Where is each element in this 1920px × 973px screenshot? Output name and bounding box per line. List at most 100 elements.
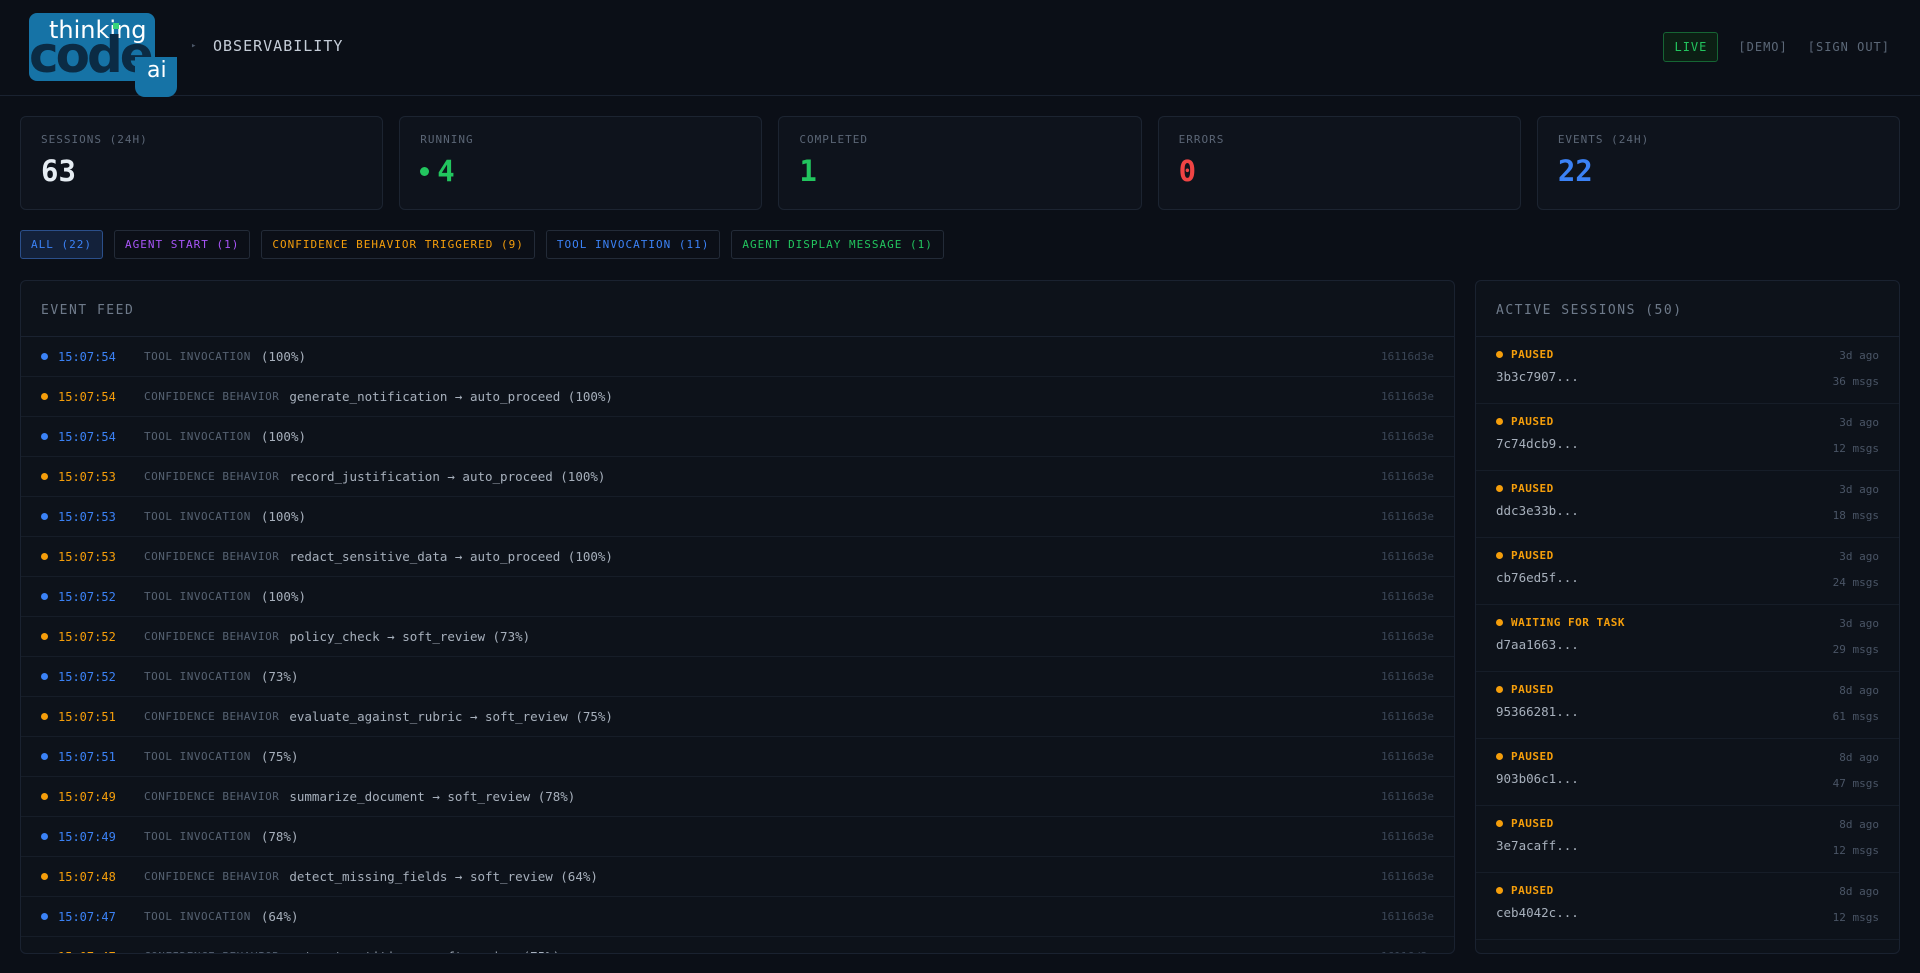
event-row[interactable]: 15:07:47CONFIDENCE BEHAVIOR extract_entit… — [21, 937, 1454, 953]
session-age: 3d ago — [1839, 550, 1879, 563]
session-msg-count: 29 msgs — [1832, 643, 1879, 656]
session-msg-count: 12 msgs — [1832, 911, 1879, 924]
stat-value: 0 — [1179, 154, 1500, 188]
session-age: 3d ago — [1839, 483, 1879, 496]
event-row[interactable]: 15:07:51 CONFIDENCE BEHAVIOR evaluate_agai… — [21, 697, 1454, 737]
session-row[interactable]: PAUSED 8d ago 903b06c1... 47 msgs — [1476, 739, 1899, 806]
event-row[interactable]: 15:07:49 TOOL INVOCATION (78%) 16116d3e — [21, 817, 1454, 857]
session-id: ceb4042c... — [1496, 905, 1579, 920]
session-row[interactable]: PAUSED 8d ago ceb4042c... 12 msgs — [1476, 873, 1899, 940]
event-type: CONFIDENCE BEHAVIOR — [144, 470, 280, 483]
event-dot-icon — [41, 913, 48, 920]
event-session-id: 16116d3e — [1381, 630, 1434, 643]
stat-value: 4 — [420, 154, 741, 188]
event-dot-icon — [41, 793, 48, 800]
session-msg-count: 18 msgs — [1832, 509, 1879, 522]
event-type: TOOL INVOCATION — [144, 430, 251, 443]
event-row[interactable]: 15:07:52 TOOL INVOCATION (100%) 16116d3e — [21, 577, 1454, 617]
status-dot-icon — [1496, 753, 1503, 760]
session-row[interactable]: PAUSED 8d ago 95366281... 61 msgs — [1476, 672, 1899, 739]
event-session-id: 16116d3e — [1381, 710, 1434, 723]
event-session-id: 16116d3e — [1381, 910, 1434, 923]
stat-card-sessions: SESSIONS (24H) 63 — [20, 116, 384, 210]
event-row[interactable]: 15:07:52 TOOL INVOCATION (73%) 16116d3e — [21, 657, 1454, 697]
session-status-label: PAUSED — [1511, 951, 1554, 953]
event-row[interactable]: 15:07:54 TOOL INVOCATION (100%) 16116d3e — [21, 337, 1454, 377]
session-age: 3d ago — [1839, 617, 1879, 630]
filter-chip[interactable]: TOOL INVOCATION (11) — [545, 230, 721, 259]
event-type: TOOL INVOCATION — [144, 510, 251, 523]
filter-chip[interactable]: AGENT DISPLAY MESSAGE (1) — [731, 230, 944, 259]
event-type: TOOL INVOCATION — [144, 350, 251, 363]
event-session-id: 16116d3e — [1381, 550, 1434, 563]
event-type: TOOL INVOCATION — [144, 830, 251, 843]
session-row[interactable]: PAUSED 3d ago 7c74dcb9... 12 msgs — [1476, 404, 1899, 471]
session-status-label: WAITING FOR TASK — [1511, 616, 1625, 629]
event-time: 15:07:53 — [58, 509, 116, 524]
event-row[interactable]: 15:07:54 TOOL INVOCATION (100%) 16116d3e — [21, 417, 1454, 457]
session-id: cb76ed5f... — [1496, 570, 1579, 585]
live-button[interactable]: LIVE — [1663, 32, 1719, 62]
event-message: (75%) — [260, 749, 299, 764]
session-row[interactable]: PAUSED 3d ago cb76ed5f... 24 msgs — [1476, 538, 1899, 605]
logo-text-bottom: code — [29, 26, 154, 81]
event-type: CONFIDENCE BEHAVIOR — [144, 790, 280, 803]
active-sessions-title: ACTIVE SESSIONS (50) — [1476, 281, 1899, 337]
active-sessions-panel: ACTIVE SESSIONS (50) PAUSED 3d ago 3b3c790… — [1475, 280, 1900, 954]
event-message: (73%) — [260, 669, 299, 684]
sign-out-link[interactable]: [SIGN OUT] — [1808, 40, 1890, 54]
breadcrumb-arrow-icon: ▸ — [191, 41, 197, 51]
event-row[interactable]: 15:07:53 CONFIDENCE BEHAVIOR record_justif… — [21, 457, 1454, 497]
event-type: CONFIDENCE BEHAVIOR — [144, 870, 280, 883]
event-time: 15:07:51 — [58, 709, 116, 724]
brand-logo[interactable]: thinking code ai — [29, 13, 177, 97]
session-status: PAUSED — [1496, 817, 1879, 830]
session-row[interactable]: PAUSED 3d ago ddc3e33b... 18 msgs — [1476, 471, 1899, 538]
demo-link[interactable]: [DEMO] — [1738, 40, 1787, 54]
event-row[interactable]: 15:07:54 CONFIDENCE BEHAVIOR generate_noti… — [21, 377, 1454, 417]
event-session-id: 16116d3e — [1381, 350, 1434, 363]
event-feed-list[interactable]: 15:07:54 TOOL INVOCATION (100%) 16116d3e 15:… — [21, 337, 1454, 953]
stat-label: EVENTS (24H) — [1557, 133, 1650, 146]
event-row[interactable]: 15:07:51 TOOL INVOCATION (75%) 16116d3e — [21, 737, 1454, 777]
event-message: redact_sensitive_data → auto_proceed (10… — [289, 549, 613, 564]
event-message: generate_notification → auto_proceed (10… — [289, 389, 613, 404]
event-row[interactable]: 15:07:53 CONFIDENCE BEHAVIOR redact_sensit… — [21, 537, 1454, 577]
event-time: 15:07:54 — [58, 349, 116, 364]
stat-value: 22 — [1558, 154, 1879, 188]
event-feed-panel: EVENT FEED 15:07:54 TOOL INVOCATION (100%)… — [20, 280, 1455, 954]
status-dot-icon — [1496, 552, 1503, 559]
event-session-id: 16116d3e — [1381, 390, 1434, 403]
active-sessions-list[interactable]: PAUSED 3d ago 3b3c7907... 36 msgs PAUSED 3d a… — [1476, 337, 1899, 953]
event-row[interactable]: 15:07:48 CONFIDENCE BEHAVIOR detect_missin… — [21, 857, 1454, 897]
filter-chip[interactable]: AGENT START (1) — [113, 230, 251, 259]
session-id: d7aa1663... — [1496, 637, 1579, 652]
session-row[interactable]: PAUSED 8d ago 3e7acaff... 12 msgs — [1476, 806, 1899, 873]
session-age: 8d ago — [1839, 684, 1879, 697]
event-dot-icon — [41, 833, 48, 840]
stat-label: COMPLETED — [799, 133, 869, 146]
event-row[interactable]: 15:07:47 TOOL INVOCATION (64%) 16116d3e — [21, 897, 1454, 937]
session-id: 3e7acaff... — [1496, 838, 1579, 853]
event-row[interactable]: 15:07:52 CONFIDENCE BEHAVIOR policy_check … — [21, 617, 1454, 657]
event-time: 15:07:52 — [58, 589, 116, 604]
event-session-id: 16116d3e — [1381, 950, 1434, 953]
session-msg-count: 12 msgs — [1832, 442, 1879, 455]
event-message: (100%) — [260, 349, 306, 364]
event-row[interactable]: 15:07:53 TOOL INVOCATION (100%) 16116d3e — [21, 497, 1454, 537]
session-id: 3b3c7907... — [1496, 369, 1579, 384]
stat-label: RUNNING — [420, 133, 474, 146]
session-row[interactable]: PAUSED 3d ago 3b3c7907... 36 msgs — [1476, 337, 1899, 404]
session-row[interactable]: PAUSED 8d ago — [1476, 940, 1899, 953]
event-type: CONFIDENCE BEHAVIOR — [144, 710, 280, 723]
filter-chip[interactable]: CONFIDENCE BEHAVIOR TRIGGERED (9) — [261, 230, 535, 259]
status-dot-icon — [1496, 485, 1503, 492]
session-status: PAUSED — [1496, 884, 1879, 897]
event-dot-icon — [41, 393, 48, 400]
filter-chip[interactable]: ALL (22) — [20, 230, 103, 259]
session-status-label: PAUSED — [1511, 750, 1554, 763]
session-status-label: PAUSED — [1511, 415, 1554, 428]
session-row[interactable]: WAITING FOR TASK 3d ago d7aa1663... 29 msgs — [1476, 605, 1899, 672]
session-status-label: PAUSED — [1511, 549, 1554, 562]
event-row[interactable]: 15:07:49 CONFIDENCE BEHAVIOR summarize_doc… — [21, 777, 1454, 817]
